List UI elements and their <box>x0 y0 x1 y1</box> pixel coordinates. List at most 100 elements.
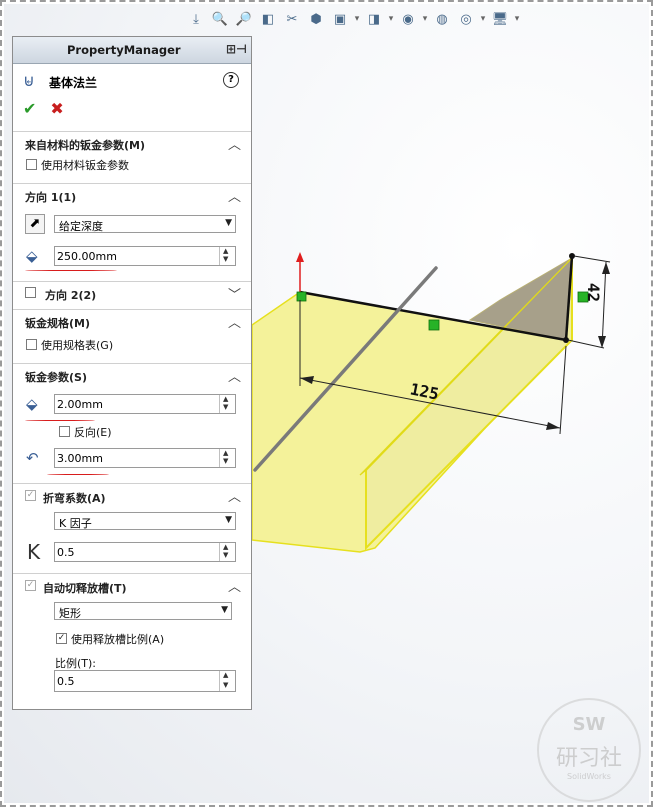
spin-up-icon[interactable]: ▲ <box>223 543 228 551</box>
base-flange-icon: ⊌ <box>23 71 35 90</box>
bend-radius-spin-buttons[interactable]: ▲ ▼ <box>219 449 234 467</box>
chevron-up-icon[interactable]: ︿ <box>228 576 241 595</box>
hide-show-dropdown-icon[interactable]: ▾ <box>388 14 394 24</box>
dimension-42-label[interactable]: 42 <box>584 283 603 302</box>
use-material-params-checkbox[interactable] <box>26 159 37 170</box>
apply-scene-icon[interactable]: ◍ <box>432 9 452 29</box>
red-underline-annotation <box>25 420 95 421</box>
chevron-up-icon[interactable]: ︿ <box>228 312 241 331</box>
k-factor-icon: K <box>27 540 41 564</box>
section-title: 钣金规格(M) <box>25 317 91 330</box>
section-bend-allowance: ✓ 折弯系数(A) ︿ K 因子 ▼ K ▲ ▼ <box>13 483 251 574</box>
thickness-spin-buttons[interactable]: ▲ ▼ <box>219 395 234 413</box>
cancel-button[interactable]: ✖ <box>50 99 63 118</box>
section-bend-allowance-header[interactable]: ✓ 折弯系数(A) ︿ <box>13 484 251 506</box>
relief-ratio-spin-buttons[interactable]: ▲ ▼ <box>219 671 234 691</box>
edit-appearance-icon[interactable]: ◉ <box>398 9 418 29</box>
monitor-icon[interactable]: 🖥 <box>490 9 510 29</box>
relief-ratio-spinbox: ▲ ▼ <box>54 670 236 692</box>
spin-down-icon[interactable]: ▼ <box>223 255 228 263</box>
chevron-up-icon[interactable]: ︿ <box>228 186 241 205</box>
depth-spin-buttons[interactable]: ▲ ▼ <box>219 247 234 265</box>
view-cube-icon[interactable]: ⬢ <box>306 9 326 29</box>
section-direction2-header[interactable]: 方向 2(2) ﹀ <box>13 282 251 304</box>
depth-spinbox: ▲ ▼ <box>54 246 236 266</box>
feature-title-row: ⊌ 基体法兰 ? <box>13 67 251 95</box>
section-material-params: 来自材料的钣金参数(M) ︿ 使用材料钣金参数 <box>13 131 251 184</box>
thickness-input[interactable] <box>57 396 207 412</box>
section-sheet-params-header[interactable]: 钣金参数(S) ︿ <box>13 364 251 386</box>
spin-down-icon[interactable]: ▼ <box>223 551 228 559</box>
relief-ratio-input[interactable] <box>57 673 207 689</box>
monitor-dropdown-icon[interactable]: ▾ <box>514 14 520 24</box>
k-factor-spinbox: ▲ ▼ <box>54 542 236 562</box>
use-gauge-table-checkbox[interactable] <box>26 339 37 350</box>
section-auto-relief-header[interactable]: ✓ 自动切释放槽(T) ︿ <box>13 574 251 596</box>
k-factor-input[interactable] <box>57 544 207 560</box>
chevron-down-icon[interactable]: ﹀ <box>228 284 241 303</box>
view-settings-icon[interactable]: ◎ <box>456 9 476 29</box>
relief-type-select[interactable]: 矩形 ▼ <box>54 602 232 620</box>
spin-up-icon[interactable]: ▲ <box>223 395 228 403</box>
section-title: 方向 2(2) <box>45 289 97 302</box>
section-direction1-header[interactable]: 方向 1(1) ︿ <box>13 184 251 206</box>
spin-up-icon[interactable]: ▲ <box>223 449 228 457</box>
red-underline-annotation <box>47 474 109 475</box>
section-title: 钣金参数(S) <box>25 371 87 384</box>
view-orientation-icon[interactable]: ⤓ <box>186 9 206 29</box>
thickness-t1-icon: ⬙ <box>26 395 38 413</box>
section-view-icon[interactable]: ✂ <box>282 9 302 29</box>
auto-relief-checkbox[interactable]: ✓ <box>25 580 36 591</box>
thickness-spinbox: ▲ ▼ <box>54 394 236 414</box>
pin-icon[interactable]: ⊞⊣ <box>226 42 247 56</box>
section-gauge: 钣金规格(M) ︿ 使用规格表(G) <box>13 309 251 364</box>
appearance-dropdown-icon[interactable]: ▾ <box>422 14 428 24</box>
spin-down-icon[interactable]: ▼ <box>223 403 228 411</box>
reverse-thickness-label: 反向(E) <box>74 426 112 439</box>
end-condition-select[interactable]: 给定深度 ▼ <box>54 215 236 233</box>
spin-up-icon[interactable]: ▲ <box>223 247 228 255</box>
ok-button[interactable]: ✔ <box>23 99 36 118</box>
help-icon[interactable]: ? <box>223 72 239 88</box>
zoom-to-fit-icon[interactable]: 🔍 <box>210 9 230 29</box>
use-gauge-table-label: 使用规格表(G) <box>41 339 114 352</box>
hide-show-items-icon[interactable]: ◨ <box>364 9 384 29</box>
bend-allowance-checkbox[interactable]: ✓ <box>25 490 36 501</box>
property-manager-title: PropertyManager <box>67 43 181 57</box>
chevron-up-icon[interactable]: ︿ <box>228 486 241 505</box>
depth-d1-icon: ⬙ <box>26 247 38 265</box>
view-settings-dropdown-icon[interactable]: ▾ <box>480 14 486 24</box>
reverse-thickness-checkbox[interactable] <box>59 426 70 437</box>
chevron-up-icon[interactable]: ︿ <box>228 134 241 153</box>
sketch-corner-point[interactable] <box>563 337 569 343</box>
sketch-endpoint[interactable] <box>569 253 575 259</box>
bend-radius-spinbox: ▲ ▼ <box>54 448 236 468</box>
k-factor-spin-buttons[interactable]: ▲ ▼ <box>219 543 234 561</box>
display-style-icon[interactable]: ▣ <box>330 9 350 29</box>
direction2-checkbox[interactable] <box>25 287 36 298</box>
dropdown-arrow-icon: ▼ <box>221 605 228 615</box>
depth-input[interactable] <box>57 248 207 264</box>
watermark-line2: 研习社 <box>555 746 622 771</box>
section-title: 自动切释放槽(T) <box>43 582 127 595</box>
use-relief-ratio-checkbox[interactable]: ✓ <box>56 633 67 644</box>
bend-allowance-type-value: K 因子 <box>59 517 92 530</box>
bend-allowance-type-select[interactable]: K 因子 ▼ <box>54 512 236 530</box>
bend-radius-input[interactable] <box>57 450 207 466</box>
section-title: 来自材料的钣金参数(M) <box>25 139 146 152</box>
ok-cancel-row: ✔ ✖ <box>23 99 64 118</box>
coincident-relation-icon[interactable] <box>296 291 307 302</box>
previous-view-icon[interactable]: ◧ <box>258 9 278 29</box>
watermark-line3: SolidWorks <box>567 772 611 781</box>
chevron-up-icon[interactable]: ︿ <box>228 366 241 385</box>
section-auto-relief: ✓ 自动切释放槽(T) ︿ 矩形 ▼ ✓ 使用释放槽比例(A) 比例(T): ▲… <box>13 573 251 710</box>
display-style-dropdown-icon[interactable]: ▾ <box>354 14 360 24</box>
spin-up-icon[interactable]: ▲ <box>223 671 228 679</box>
spin-down-icon[interactable]: ▼ <box>223 681 228 689</box>
spin-down-icon[interactable]: ▼ <box>223 457 228 465</box>
section-material-params-header[interactable]: 来自材料的钣金参数(M) ︿ <box>13 132 251 154</box>
horizontal-relation-icon[interactable] <box>428 319 440 331</box>
section-gauge-header[interactable]: 钣金规格(M) ︿ <box>13 310 251 332</box>
reverse-direction-icon[interactable]: ⬈ <box>25 214 45 234</box>
zoom-to-area-icon[interactable]: 🔎 <box>234 9 254 29</box>
